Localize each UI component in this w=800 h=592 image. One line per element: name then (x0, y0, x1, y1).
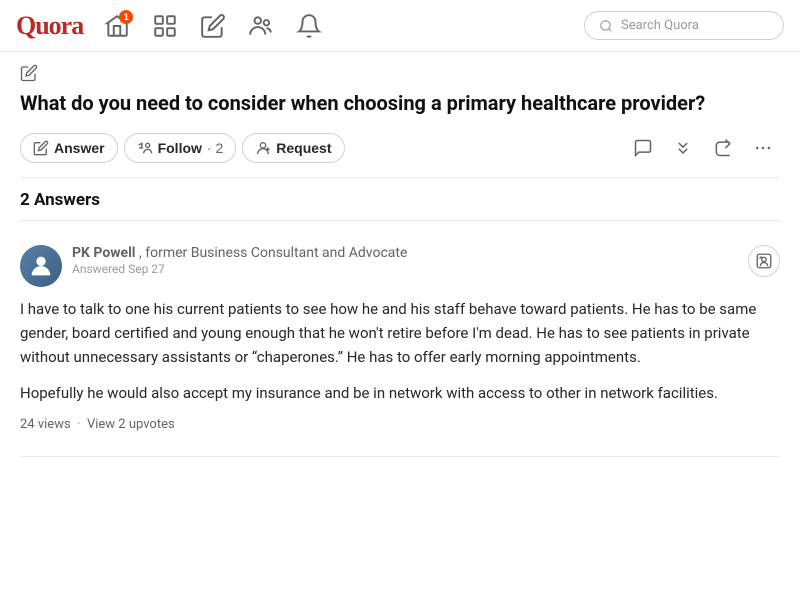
comment-icon (633, 138, 653, 158)
answer-author-follow-button[interactable] (748, 245, 780, 277)
views-count: 24 views (20, 417, 71, 432)
feed-nav-button[interactable] (143, 4, 187, 48)
more-options-icon (753, 138, 773, 158)
follow-count: · 2 (207, 140, 223, 156)
notification-badge: 1 (119, 10, 133, 24)
author-info: PK Powell , former Business Consultant a… (72, 245, 740, 276)
question-title: What do you need to consider when choosi… (20, 90, 780, 117)
answer-block: PK Powell , former Business Consultant a… (20, 237, 780, 440)
answer-meta: 24 views · View 2 upvotes (20, 417, 780, 432)
notifications-nav-button[interactable] (287, 4, 331, 48)
avatar[interactable] (20, 245, 62, 287)
answer-icon (33, 140, 49, 156)
share-button[interactable] (706, 131, 740, 165)
downvote-icon (673, 138, 693, 158)
spaces-nav-button[interactable] (239, 4, 283, 48)
request-icon (255, 140, 271, 156)
answer-text: I have to talk to one his current patien… (20, 297, 780, 405)
answer-paragraph-2: Hopefully he would also accept my insura… (20, 381, 780, 405)
share-icon (713, 138, 733, 158)
edit-question-icon[interactable] (20, 64, 38, 82)
search-placeholder: Search Quora (621, 18, 699, 33)
home-nav-button[interactable]: 1 (95, 4, 139, 48)
author-name[interactable]: PK Powell , former Business Consultant a… (72, 245, 740, 261)
downvote-button[interactable] (666, 131, 700, 165)
follow-button[interactable]: Follow · 2 (124, 133, 237, 163)
request-label: Request (276, 140, 331, 156)
search-icon (599, 19, 613, 33)
view-upvotes-link[interactable]: View 2 upvotes (87, 417, 175, 432)
comment-button[interactable] (626, 131, 660, 165)
search-bar[interactable]: Search Quora (584, 11, 784, 40)
avatar-person-icon (27, 252, 55, 280)
navbar: Quora 1 (0, 0, 800, 52)
answer-label: Answer (54, 140, 105, 156)
request-button[interactable]: Request (242, 133, 344, 163)
answer-button[interactable]: Answer (20, 133, 118, 163)
answer-paragraph-1: I have to talk to one his current patien… (20, 297, 780, 369)
more-options-button[interactable] (746, 131, 780, 165)
action-bar: Answer Follow · 2 Request (20, 131, 780, 178)
answer-divider (20, 456, 780, 457)
answer-follow-icon (755, 252, 773, 270)
quora-logo[interactable]: Quora (16, 11, 83, 41)
answers-count: 2 Answers (20, 190, 780, 221)
edit-icon-row (20, 64, 780, 86)
follow-icon (137, 140, 153, 156)
follow-label: Follow (158, 140, 202, 156)
author-credentials: , former Business Consultant and Advocat… (139, 245, 407, 261)
answer-header: PK Powell , former Business Consultant a… (20, 245, 780, 287)
write-nav-button[interactable] (191, 4, 235, 48)
answer-date: Answered Sep 27 (72, 262, 740, 276)
nav-icons: 1 (95, 4, 580, 48)
main-content: What do you need to consider when choosi… (0, 52, 800, 477)
